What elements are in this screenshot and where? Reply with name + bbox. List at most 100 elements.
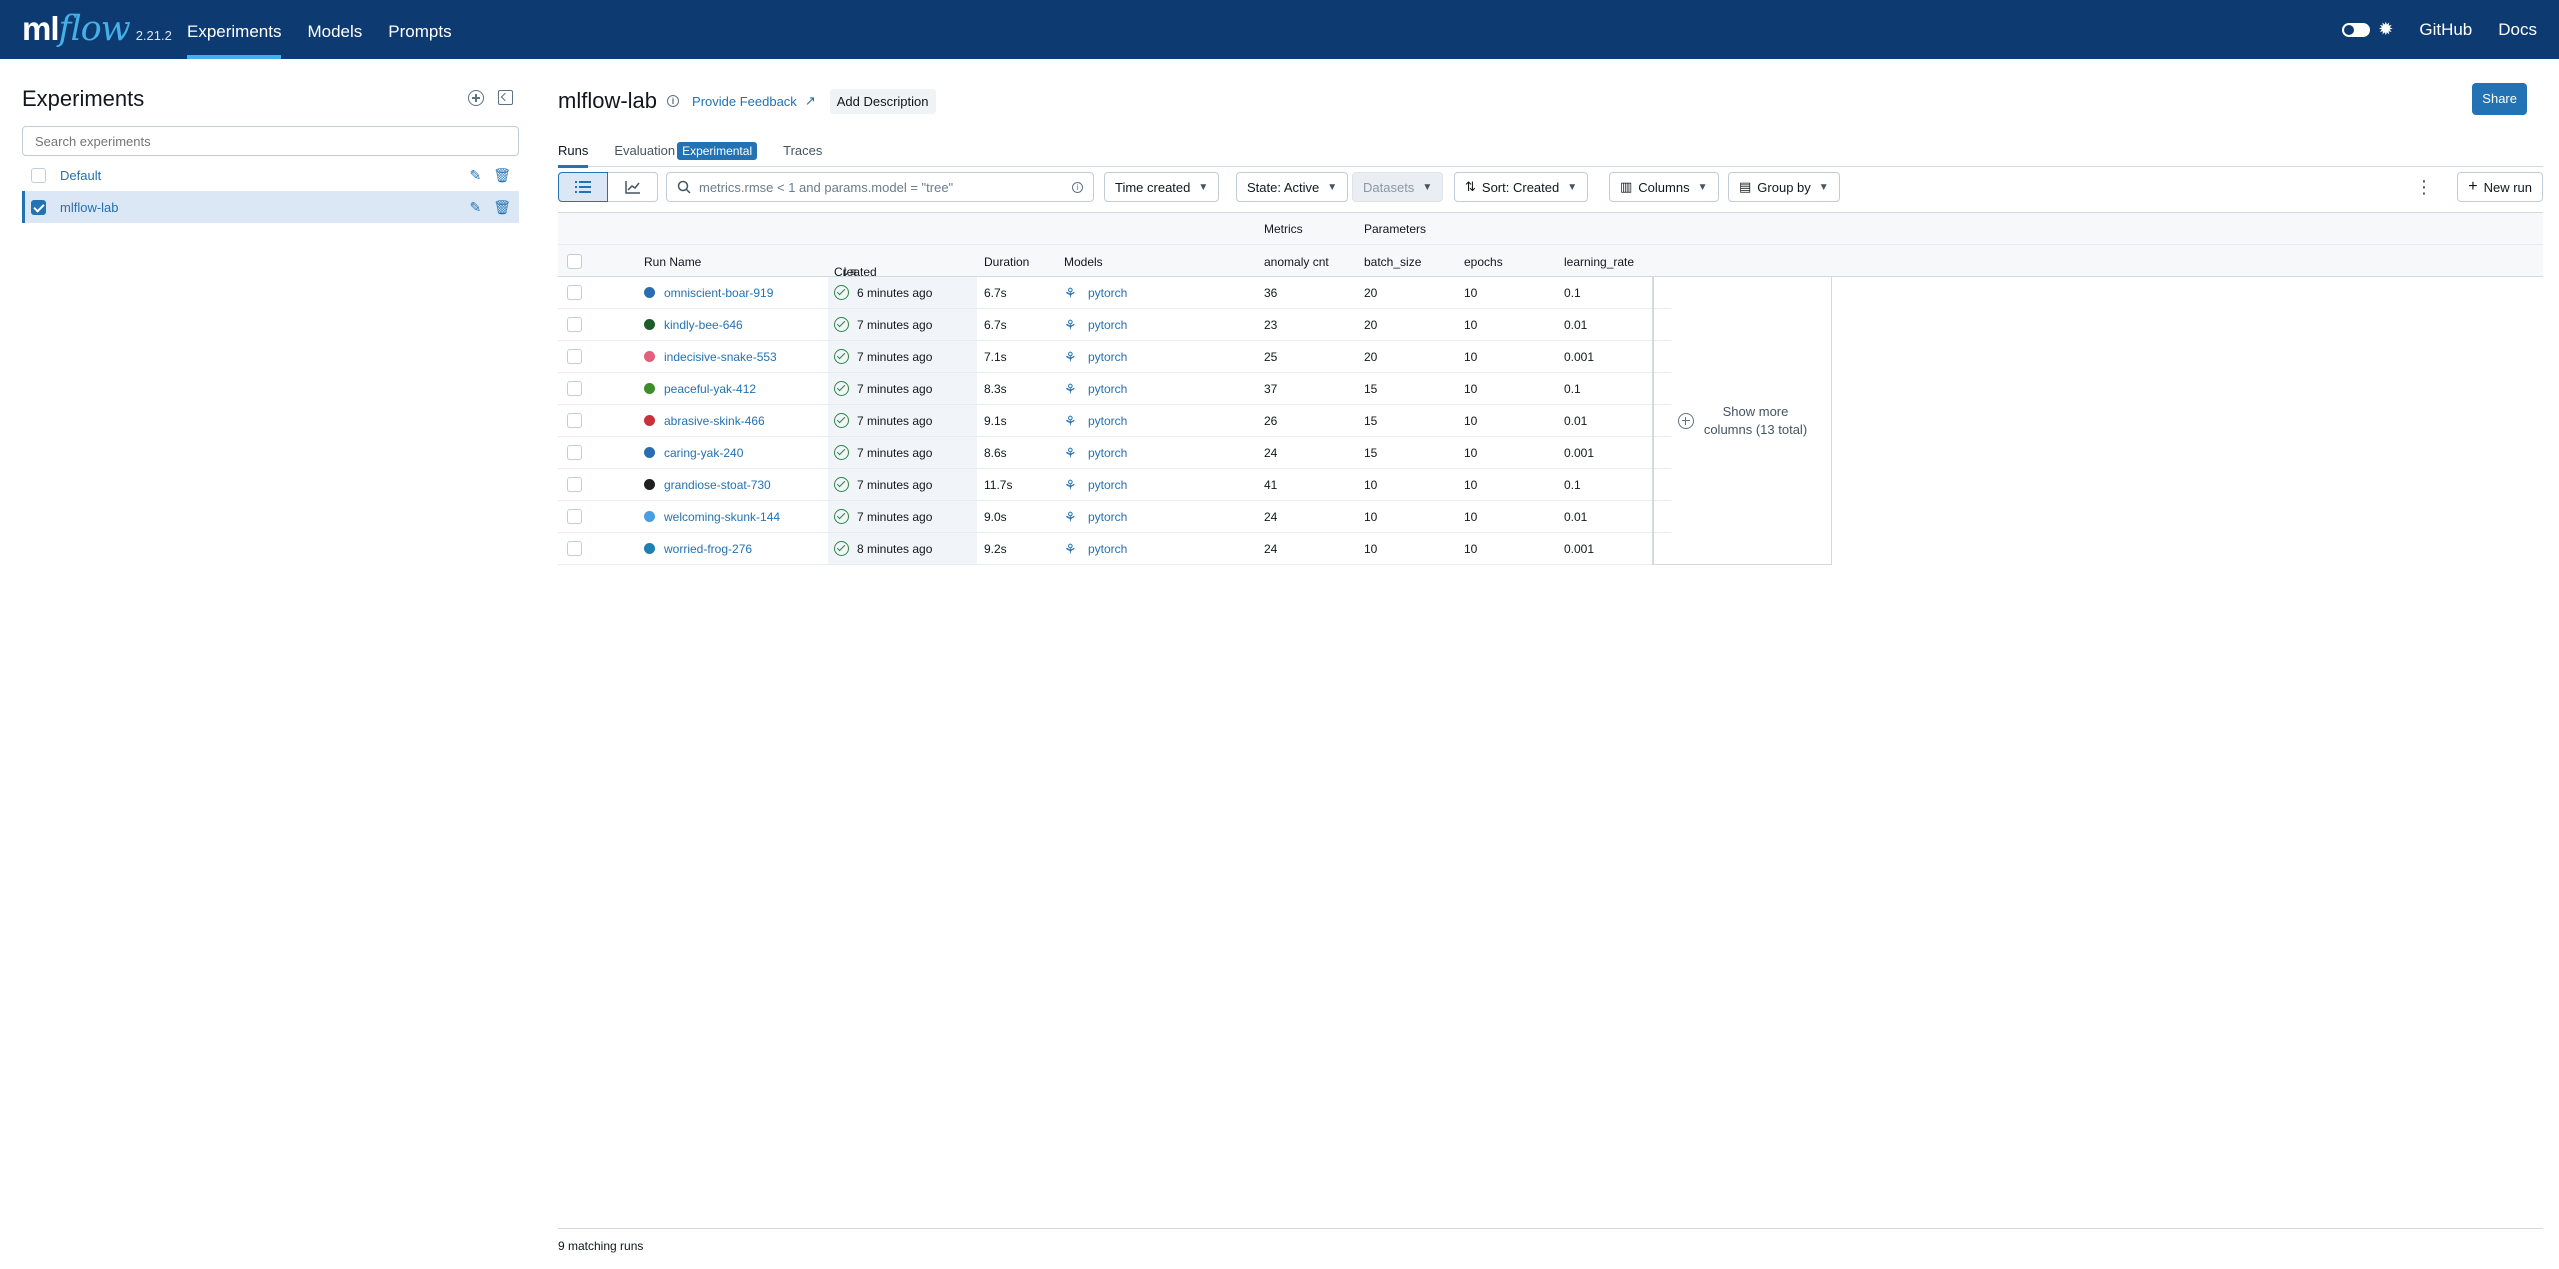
header-models[interactable]: Models <box>1064 255 1103 269</box>
experiment-item-default[interactable]: Default ✎ 🗑 <box>22 159 519 191</box>
info-icon[interactable]: i <box>667 95 680 107</box>
experiment-checkbox[interactable] <box>31 167 46 183</box>
group-by-label: Group by <box>1757 179 1811 195</box>
run-name-link[interactable]: worried-frog-276 <box>664 542 752 556</box>
run-color-dot[interactable] <box>644 447 655 458</box>
learning-rate-value: 0.001 <box>1564 350 1595 364</box>
header-anomaly-cnt[interactable]: anomaly cnt <box>1264 255 1329 269</box>
run-name-link[interactable]: caring-yak-240 <box>664 446 743 460</box>
search-info-icon[interactable]: i <box>1072 182 1083 193</box>
collapse-sidebar-icon[interactable] <box>498 90 513 105</box>
group-by-dropdown[interactable]: ▤ Group by ▼ <box>1728 172 1840 202</box>
state-dropdown[interactable]: State: Active ▼ <box>1236 172 1349 202</box>
experiment-checkbox[interactable] <box>31 199 46 215</box>
row-checkbox[interactable] <box>567 541 582 556</box>
row-checkbox[interactable] <box>567 477 582 492</box>
run-color-dot[interactable] <box>644 319 655 330</box>
experiment-item-mlflow-lab[interactable]: mlflow-lab ✎ 🗑 <box>22 191 519 223</box>
nav-experiments[interactable]: Experiments <box>175 0 293 59</box>
run-name-link[interactable]: indecisive-snake-553 <box>664 350 777 364</box>
mlflow-logo[interactable]: ml flow 2.21.2 <box>22 4 172 54</box>
run-color-dot[interactable] <box>644 479 655 490</box>
run-color-dot[interactable] <box>644 287 655 298</box>
theme-toggle[interactable] <box>2342 22 2371 37</box>
row-checkbox[interactable] <box>567 285 582 300</box>
trash-icon[interactable]: 🗑 <box>493 167 511 184</box>
table-row[interactable]: kindly-bee-646 7 minutes ago 6.7s ⚘ pytorch 2… <box>558 309 1671 341</box>
row-checkbox[interactable] <box>567 509 582 524</box>
table-row[interactable]: omniscient-boar-919 6 minutes ago 6.7s ⚘ pyt… <box>558 277 1671 309</box>
model-link[interactable]: pytorch <box>1088 350 1127 364</box>
table-row[interactable]: worried-frog-276 8 minutes ago 9.2s ⚘ pytorc… <box>558 533 1671 565</box>
epochs-value: 10 <box>1464 478 1478 492</box>
table-view-button[interactable] <box>558 172 608 202</box>
columns-dropdown[interactable]: ▥ Columns ▼ <box>1609 172 1719 202</box>
nav-models[interactable]: Models <box>295 0 374 59</box>
provide-feedback-link[interactable]: Provide Feedback <box>692 94 797 109</box>
share-button[interactable]: Share <box>2472 83 2527 115</box>
page-title: mlflow-lab <box>558 88 658 113</box>
time-created-dropdown[interactable]: Time created ▼ <box>1104 172 1220 202</box>
parameters-group-label: Parameters <box>1364 222 1427 236</box>
table-row[interactable]: abrasive-skink-466 7 minutes ago 9.1s ⚘ pyto… <box>558 405 1671 437</box>
row-checkbox[interactable] <box>567 445 582 460</box>
tab-evaluation[interactable]: Evaluation Experimental <box>614 135 758 167</box>
experiment-name[interactable]: mlflow-lab <box>60 200 119 215</box>
add-description-button[interactable]: Add Description <box>829 88 936 114</box>
datasets-dropdown[interactable]: Datasets ▼ <box>1352 172 1444 202</box>
table-row[interactable]: peaceful-yak-412 7 minutes ago 8.3s ⚘ pytorc… <box>558 373 1671 405</box>
model-link[interactable]: pytorch <box>1088 382 1127 396</box>
row-checkbox[interactable] <box>567 349 582 364</box>
row-checkbox[interactable] <box>567 317 582 332</box>
model-link[interactable]: pytorch <box>1088 478 1127 492</box>
create-experiment-icon[interactable] <box>468 90 484 106</box>
show-more-columns[interactable]: Show more columns (13 total) <box>1653 277 1832 565</box>
model-link[interactable]: pytorch <box>1088 318 1127 332</box>
run-name-link[interactable]: grandiose-stoat-730 <box>664 478 771 492</box>
run-color-dot[interactable] <box>644 415 655 426</box>
table-row[interactable]: caring-yak-240 7 minutes ago 8.6s ⚘ pytorch 2… <box>558 437 1671 469</box>
more-options-icon[interactable]: ⋮ <box>2415 178 2433 196</box>
row-checkbox[interactable] <box>567 381 582 396</box>
nav-prompts[interactable]: Prompts <box>376 0 463 59</box>
run-name-link[interactable]: kindly-bee-646 <box>664 318 743 332</box>
search-experiments-input[interactable] <box>22 126 519 156</box>
experiment-name[interactable]: Default <box>60 168 101 183</box>
run-name-link[interactable]: omniscient-boar-919 <box>664 286 773 300</box>
header-epochs[interactable]: epochs <box>1464 255 1503 269</box>
model-link[interactable]: pytorch <box>1088 510 1127 524</box>
header-learning-rate[interactable]: learning_rate <box>1564 255 1634 269</box>
edit-icon[interactable]: ✎ <box>469 167 481 184</box>
model-link[interactable]: pytorch <box>1088 446 1127 460</box>
chart-view-button[interactable] <box>608 172 658 202</box>
tab-runs[interactable]: Runs <box>558 135 589 168</box>
docs-link[interactable]: Docs <box>2498 20 2537 40</box>
model-link[interactable]: pytorch <box>1088 414 1127 428</box>
select-all-checkbox[interactable] <box>567 254 582 269</box>
github-link[interactable]: GitHub <box>2419 20 2472 40</box>
table-row[interactable]: grandiose-stoat-730 7 minutes ago 11.7s ⚘ py… <box>558 469 1671 501</box>
trash-icon[interactable]: 🗑 <box>493 199 511 216</box>
run-name-link[interactable]: welcoming-skunk-144 <box>664 510 780 524</box>
model-link[interactable]: pytorch <box>1088 542 1127 556</box>
batch-size-value: 15 <box>1364 446 1378 460</box>
run-color-dot[interactable] <box>644 543 655 554</box>
run-name-link[interactable]: abrasive-skink-466 <box>664 414 765 428</box>
run-color-dot[interactable] <box>644 383 655 394</box>
sort-dropdown[interactable]: ⇅ Sort: Created ▼ <box>1454 172 1589 202</box>
table-row[interactable]: indecisive-snake-553 7 minutes ago 7.1s ⚘ py… <box>558 341 1671 373</box>
row-checkbox[interactable] <box>567 413 582 428</box>
runs-search-input[interactable]: metrics.rmse < 1 and params.model = "tre… <box>666 172 1094 202</box>
table-row[interactable]: welcoming-skunk-144 7 minutes ago 9.0s ⚘ pyt… <box>558 501 1671 533</box>
header-batch-size[interactable]: batch_size <box>1364 255 1421 269</box>
new-run-button[interactable]: + New run <box>2457 172 2543 202</box>
run-color-dot[interactable] <box>644 511 655 522</box>
model-link[interactable]: pytorch <box>1088 286 1127 300</box>
edit-icon[interactable]: ✎ <box>469 199 481 216</box>
header-run-name[interactable]: Run Name <box>644 255 701 269</box>
header-duration[interactable]: Duration <box>984 255 1029 269</box>
run-color-dot[interactable] <box>644 351 655 362</box>
tab-traces[interactable]: Traces <box>783 135 822 167</box>
run-name-link[interactable]: peaceful-yak-412 <box>664 382 756 396</box>
created-time: 7 minutes ago <box>857 382 933 396</box>
